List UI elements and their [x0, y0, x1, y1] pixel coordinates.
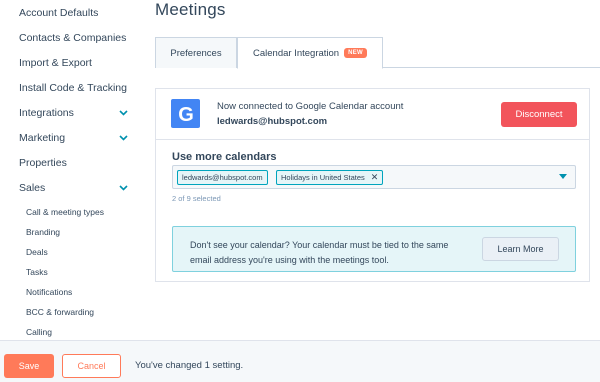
tab-preferences[interactable]: Preferences — [155, 37, 237, 68]
sidebar-subitem-label: Deals — [26, 247, 48, 257]
connection-status-text: Now connected to Google Calendar account — [217, 101, 404, 112]
calendar-integration-panel: G Now connected to Google Calendar accou… — [155, 88, 590, 282]
connected-account-email: ledwards@hubspot.com — [217, 116, 328, 127]
disconnect-button[interactable]: Disconnect — [501, 102, 577, 127]
settings-sidebar: Account Defaults Contacts & Companies Im… — [0, 0, 136, 340]
unsaved-changes-text: You've changed 1 setting. — [135, 360, 244, 371]
calendar-chip: Holidays in United States ✕ — [276, 170, 384, 185]
sidebar-item-integrations[interactable]: Integrations — [19, 103, 128, 123]
tab-label: Preferences — [170, 47, 222, 59]
svg-text:G: G — [178, 104, 194, 125]
sidebar-item-sales[interactable]: Sales — [19, 178, 128, 198]
sidebar-item-label: Account Defaults — [19, 7, 99, 19]
chip-label: ledwards@hubspot.com — [182, 173, 263, 182]
info-alert: Don't see your calendar? Your calendar m… — [172, 226, 576, 272]
sidebar-item-account-defaults[interactable]: Account Defaults — [19, 3, 128, 23]
sidebar-item-properties[interactable]: Properties — [19, 153, 128, 173]
sidebar-subitem-deals[interactable]: Deals — [26, 244, 48, 260]
google-logo-icon: G — [171, 99, 200, 128]
sidebar-item-marketing[interactable]: Marketing — [19, 128, 128, 148]
tab-bar: Preferences Calendar Integration NEW — [155, 37, 600, 69]
sidebar-subitem-call-meeting-types[interactable]: Call & meeting types — [26, 204, 104, 220]
sidebar-item-import-export[interactable]: Import & Export — [19, 53, 128, 73]
selected-count-text: 2 of 9 selected — [172, 194, 221, 203]
sidebar-item-contacts-companies[interactable]: Contacts & Companies — [19, 28, 128, 48]
sidebar-item-label: Contacts & Companies — [19, 32, 127, 44]
sidebar-item-label: Sales — [19, 182, 46, 194]
info-alert-text: Don't see your calendar? Your calendar m… — [190, 240, 449, 265]
sidebar-subitem-calling[interactable]: Calling — [26, 324, 52, 340]
chevron-down-icon — [118, 183, 128, 193]
sidebar-subitem-bcc-forwarding[interactable]: BCC & forwarding — [26, 304, 94, 320]
sidebar-item-label: Properties — [19, 157, 67, 169]
cancel-button[interactable]: Cancel — [62, 354, 121, 378]
sidebar-subitem-label: Call & meeting types — [26, 207, 104, 217]
sidebar-item-install-code[interactable]: Install Code & Tracking — [19, 78, 128, 98]
use-more-calendars-label: Use more calendars — [172, 151, 277, 163]
sidebar-item-label: Install Code & Tracking — [19, 82, 127, 94]
tab-calendar-integration[interactable]: Calendar Integration NEW — [237, 37, 383, 69]
connection-row: G Now connected to Google Calendar accou… — [156, 89, 589, 140]
sidebar-item-label: Import & Export — [19, 57, 92, 69]
chip-label: Holidays in United States — [281, 173, 365, 182]
calendar-multiselect[interactable]: ledwards@hubspot.com Holidays in United … — [172, 165, 576, 189]
chevron-down-icon — [118, 108, 128, 118]
sidebar-subitem-label: Notifications — [26, 287, 73, 297]
sidebar-subitem-branding[interactable]: Branding — [26, 224, 60, 240]
caret-down-icon[interactable] — [559, 174, 567, 179]
sidebar-item-label: Integrations — [19, 107, 74, 119]
page-title: Meetings — [155, 0, 226, 19]
tab-label: Calendar Integration — [253, 47, 340, 59]
sidebar-subitem-label: Tasks — [26, 267, 48, 277]
calendar-chip: ledwards@hubspot.com — [177, 170, 268, 185]
sidebar-item-label: Marketing — [19, 132, 66, 144]
sidebar-subitem-label: BCC & forwarding — [26, 307, 95, 317]
sidebar-subitem-notifications[interactable]: Notifications — [26, 284, 72, 300]
save-button[interactable]: Save — [4, 354, 54, 378]
chevron-down-icon — [118, 133, 128, 143]
sidebar-subitem-tasks[interactable]: Tasks — [26, 264, 48, 280]
new-badge: NEW — [344, 48, 367, 58]
save-bar: Save Cancel You've changed 1 setting. — [0, 340, 600, 382]
sidebar-subitem-label: Branding — [26, 227, 61, 237]
learn-more-button[interactable]: Learn More — [482, 237, 559, 261]
close-icon[interactable]: ✕ — [371, 172, 379, 183]
sidebar-subitem-label: Calling — [26, 327, 52, 337]
